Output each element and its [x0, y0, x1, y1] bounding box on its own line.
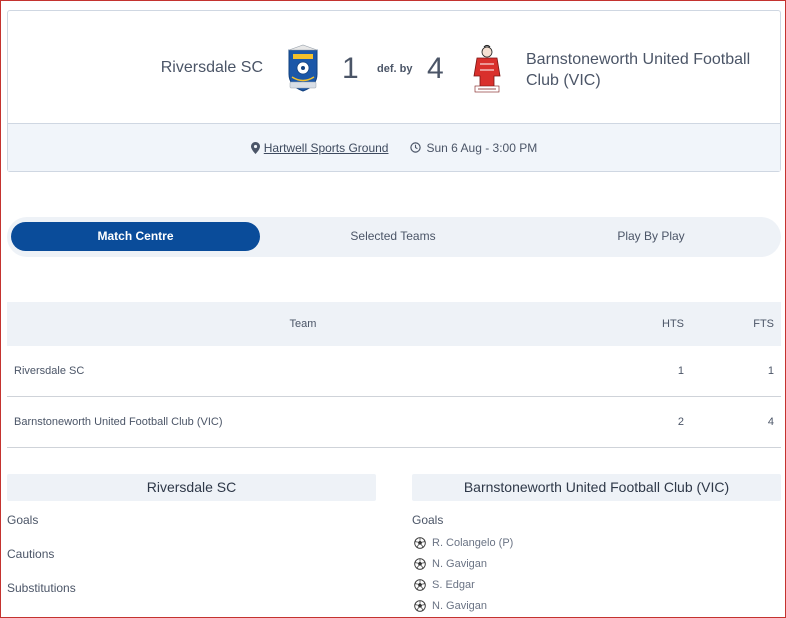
score-table: Team HTS FTS Riversdale SC 1 1 Barnstone…: [7, 302, 781, 448]
soccer-ball-icon: [414, 600, 426, 612]
soccer-ball-icon: [414, 537, 426, 549]
soccer-ball-icon: [414, 558, 426, 570]
table-cell-team: Riversdale SC: [14, 365, 85, 377]
home-team-panel: Riversdale SC Goals Cautions Substitutio…: [7, 474, 376, 595]
venue-bar: Hartwell Sports Ground Sun 6 Aug - 3:00 …: [8, 123, 780, 171]
home-panel-title: Riversdale SC: [7, 474, 376, 501]
result-text: def. by: [377, 63, 413, 75]
goal-event: N. Gavigan: [414, 558, 487, 570]
goal-event: R. Colangelo (P): [414, 537, 513, 549]
goal-scorer: N. Gavigan: [432, 600, 488, 612]
home-team-name[interactable]: Riversdale SC: [88, 59, 263, 77]
goal-event: N. Gavigan: [414, 600, 487, 612]
away-team-panel: Barnstoneworth United Football Club (VIC…: [412, 474, 781, 612]
goal-scorer: R. Colangelo (P): [432, 537, 514, 549]
venue-link[interactable]: Hartwell Sports Ground: [264, 141, 389, 155]
home-cautions-label: Cautions: [7, 547, 55, 561]
match-tabs: Match Centre Selected Teams Play By Play: [7, 217, 781, 257]
away-score: 4: [427, 52, 444, 85]
column-header-hts: HTS: [662, 318, 684, 330]
match-datetime: Sun 6 Aug - 3:00 PM: [426, 140, 538, 155]
table-cell-hts: 2: [677, 416, 684, 428]
table-cell-team: Barnstoneworth United Football Club (VIC…: [14, 416, 223, 428]
goal-scorer: N. Gavigan: [432, 558, 488, 570]
home-goals-label: Goals: [7, 513, 39, 527]
table-cell-fts: 4: [767, 416, 774, 428]
tab-selected-teams[interactable]: Selected Teams: [267, 222, 519, 251]
away-panel-title: Barnstoneworth United Football Club (VIC…: [412, 474, 781, 501]
column-header-fts: FTS: [753, 318, 774, 330]
table-cell-fts: 1: [767, 365, 774, 377]
table-row: Barnstoneworth United Football Club (VIC…: [7, 397, 781, 448]
goal-event: S. Edgar: [414, 579, 475, 591]
away-team-name[interactable]: Barnstoneworth United Football Club (VIC…: [526, 49, 771, 91]
table-cell-hts: 1: [677, 365, 684, 377]
map-pin-icon: [250, 141, 260, 154]
tab-match-centre[interactable]: Match Centre: [11, 222, 260, 251]
clock-icon: [410, 142, 422, 153]
goal-scorer: S. Edgar: [432, 579, 475, 591]
column-header-team: Team: [289, 318, 317, 330]
home-score: 1: [342, 52, 359, 85]
away-team-logo-icon[interactable]: [467, 44, 507, 94]
tab-play-by-play[interactable]: Play By Play: [525, 222, 777, 251]
home-substitutions-label: Substitutions: [7, 581, 76, 595]
home-team-logo-icon[interactable]: [286, 44, 320, 92]
table-row: Riversdale SC 1 1: [7, 346, 781, 397]
soccer-ball-icon: [414, 579, 426, 591]
match-header: Riversdale SC 1 def. by 4 Barnstoneworth…: [7, 10, 781, 172]
table-header: Team HTS FTS: [7, 302, 781, 346]
away-goals-label: Goals: [412, 513, 444, 527]
score-row: Riversdale SC 1 def. by 4 Barnstoneworth…: [8, 11, 780, 125]
